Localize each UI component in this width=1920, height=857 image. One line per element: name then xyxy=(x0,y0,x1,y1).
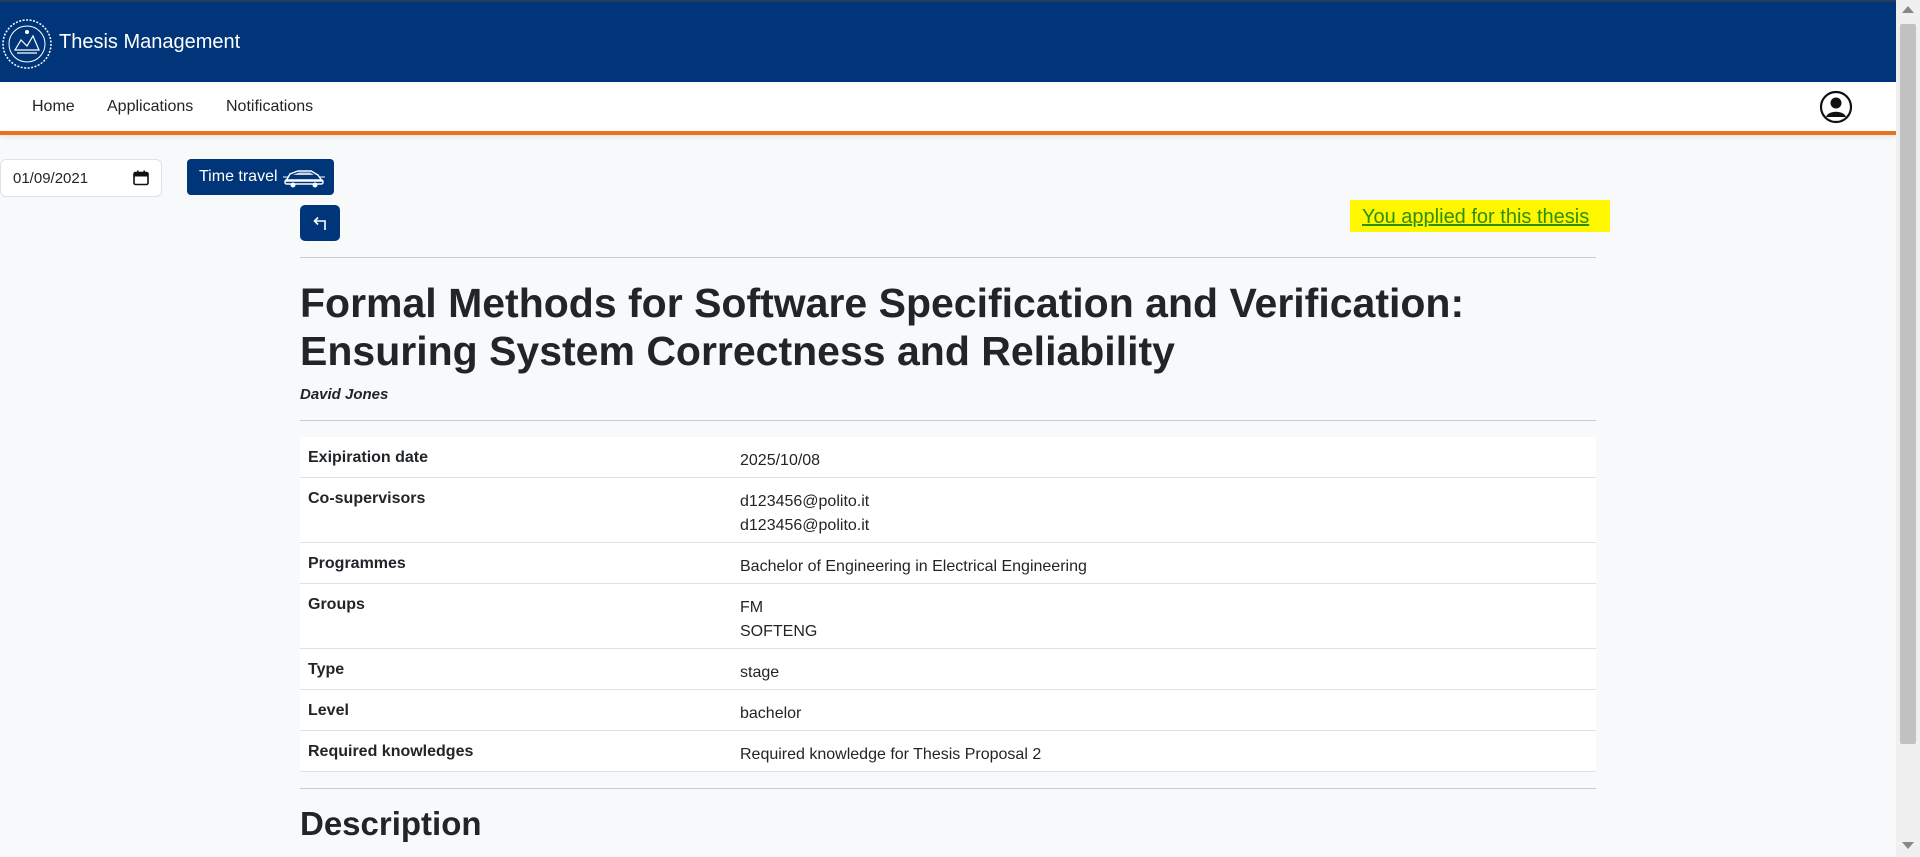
time-travel-label: Time travel xyxy=(199,168,278,185)
divider xyxy=(300,420,1596,421)
supervisor-name: David Jones xyxy=(300,386,389,403)
table-row: Required knowledges Required knowledge f… xyxy=(300,731,1596,772)
car-icon xyxy=(283,170,325,188)
divider xyxy=(300,257,1596,258)
detail-value: Required knowledge for Thesis Proposal 2 xyxy=(740,743,1041,767)
detail-label: Required knowledges xyxy=(308,743,474,760)
detail-value: FM SOFTENG xyxy=(740,596,817,644)
table-row: Programmes Bachelor of Engineering in El… xyxy=(300,543,1596,584)
calendar-icon[interactable] xyxy=(133,170,149,186)
time-travel-button[interactable]: Time travel xyxy=(187,159,334,195)
university-seal-icon[interactable] xyxy=(1,18,53,70)
scroll-down-icon[interactable] xyxy=(1902,842,1914,849)
detail-value-item: stage xyxy=(740,664,780,681)
detail-value-item: Bachelor of Engineering in Electrical En… xyxy=(740,558,1087,575)
description-heading: Description xyxy=(300,805,482,842)
nav-notifications[interactable]: Notifications xyxy=(226,98,313,116)
back-button[interactable] xyxy=(300,205,340,241)
back-arrow-icon xyxy=(313,216,326,230)
table-row: Level bachelor xyxy=(300,690,1596,731)
detail-label: Type xyxy=(308,661,345,678)
detail-label: Groups xyxy=(308,596,365,613)
scroll-up-icon[interactable] xyxy=(1902,6,1914,13)
page-scrollbar[interactable] xyxy=(1896,0,1920,857)
app-header: Thesis Management xyxy=(0,0,1896,82)
detail-label: Co-supervisors xyxy=(308,490,426,507)
applied-status-text[interactable]: You applied for this thesis xyxy=(1362,206,1589,229)
detail-value: bachelor xyxy=(740,702,801,726)
detail-value-item: 2025/10/08 xyxy=(740,452,821,469)
detail-value-item: d123456@polito.it xyxy=(740,493,870,510)
app-title[interactable]: Thesis Management xyxy=(59,29,240,55)
date-value: 01/09/2021 xyxy=(13,170,89,187)
detail-value-item: bachelor xyxy=(740,705,802,722)
divider xyxy=(300,788,1596,789)
nav-home[interactable]: Home xyxy=(32,98,75,116)
table-row: Type stage xyxy=(300,649,1596,690)
thesis-details-table: Exipiration date 2025/10/08 Co-superviso… xyxy=(300,437,1596,772)
detail-label: Programmes xyxy=(308,555,406,572)
table-row: Exipiration date 2025/10/08 xyxy=(300,437,1596,478)
detail-value: d123456@polito.it d123456@polito.it xyxy=(740,490,869,538)
user-circle-icon[interactable] xyxy=(1819,90,1853,124)
detail-value-item: Required knowledge for Thesis Proposal 2 xyxy=(740,746,1042,763)
detail-value-item: SOFTENG xyxy=(740,623,818,640)
detail-value-item: FM xyxy=(740,599,764,616)
thesis-title: Formal Methods for Software Specificatio… xyxy=(300,280,1465,374)
date-input[interactable]: 01/09/2021 xyxy=(0,159,162,197)
detail-label: Exipiration date xyxy=(308,449,429,466)
applied-status-link[interactable]: You applied for this thesis xyxy=(1350,200,1610,232)
detail-value-item: d123456@polito.it xyxy=(740,517,870,534)
main-navbar: Home Applications Notifications xyxy=(0,82,1896,135)
table-row: Co-supervisors d123456@polito.it d123456… xyxy=(300,478,1596,543)
detail-value: 2025/10/08 xyxy=(740,449,820,473)
nav-applications[interactable]: Applications xyxy=(107,98,193,116)
detail-value: Bachelor of Engineering in Electrical En… xyxy=(740,555,1087,579)
table-row: Groups FM SOFTENG xyxy=(300,584,1596,649)
detail-value: stage xyxy=(740,661,779,685)
scrollbar-thumb[interactable] xyxy=(1900,24,1916,744)
detail-label: Level xyxy=(308,702,349,719)
